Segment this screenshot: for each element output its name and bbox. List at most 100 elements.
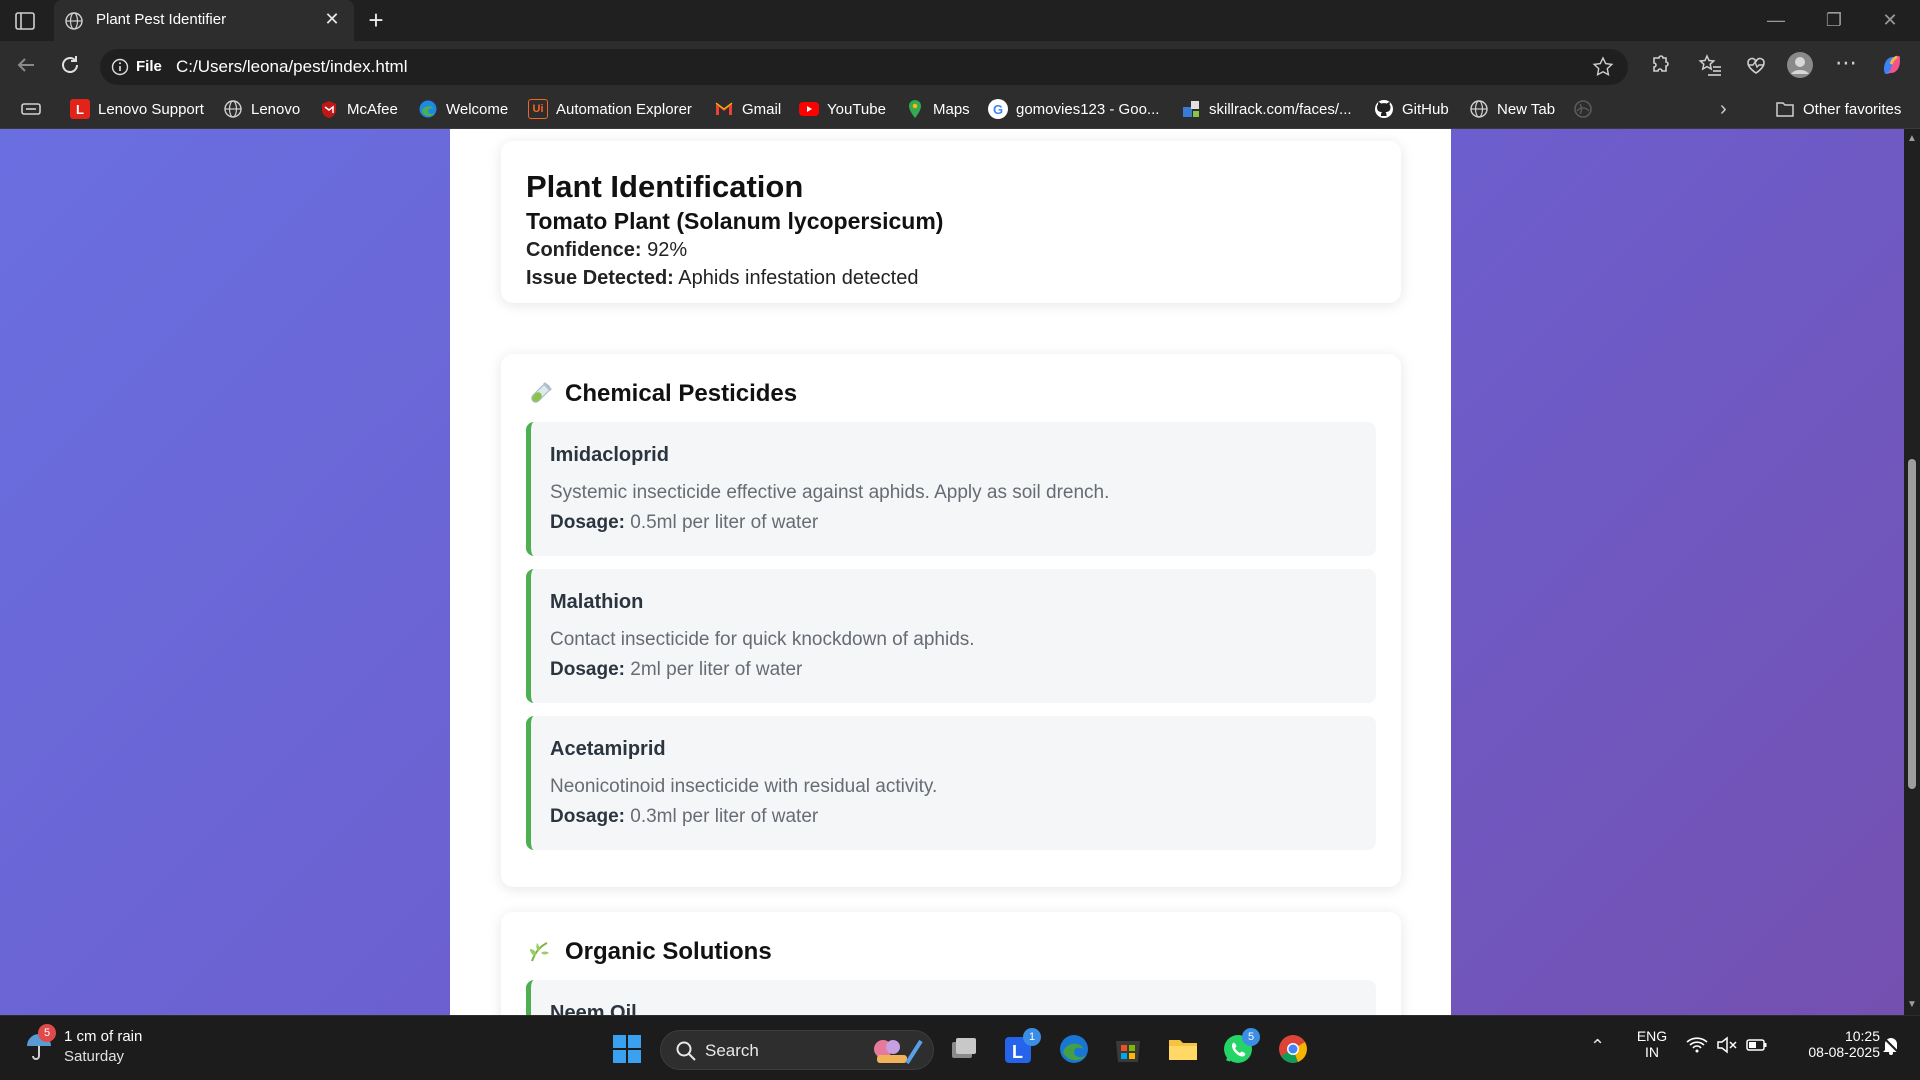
scroll-up-icon[interactable]: ▲	[1906, 133, 1918, 145]
chemical-section-title: Chemical Pesticides	[527, 380, 797, 408]
pesticide-description: Neonicotinoid insecticide with residual …	[550, 776, 938, 797]
pesticide-item: Acetamiprid Neonicotinoid insecticide wi…	[526, 716, 1376, 850]
info-icon[interactable]	[110, 57, 130, 77]
blank-favorite-icon[interactable]	[1573, 98, 1593, 120]
url-text[interactable]: C:/Users/leona/pest/index.html	[176, 57, 408, 77]
wifi-icon[interactable]	[1686, 1036, 1708, 1057]
taskbar-search[interactable]: Search	[660, 1030, 934, 1070]
favorite-welcome[interactable]: Welcome	[418, 98, 508, 120]
favorite-star-icon[interactable]	[1592, 56, 1614, 78]
microsoft-store-icon[interactable]	[1111, 1032, 1145, 1066]
weather-widget[interactable]: 5 1 cm of rain Saturday	[24, 1024, 142, 1067]
favorite-skillrack[interactable]: skillrack.com/faces/...	[1181, 98, 1352, 120]
skillrack-icon	[1181, 99, 1201, 119]
language-code: ENG	[1636, 1028, 1668, 1044]
clock[interactable]: 10:25 08-08-2025	[1780, 1028, 1880, 1060]
svg-text:L: L	[1012, 1042, 1023, 1062]
refresh-icon[interactable]	[56, 51, 84, 79]
maps-icon	[905, 99, 925, 119]
windows-start-icon[interactable]	[610, 1032, 644, 1066]
other-favorites[interactable]: Other favorites	[1775, 98, 1901, 120]
favorite-label: skillrack.com/faces/...	[1209, 100, 1352, 118]
favorite-maps[interactable]: Maps	[905, 98, 970, 120]
scheme-label: File	[136, 58, 162, 75]
teams-lenovo-icon[interactable]: L 1	[1002, 1028, 1041, 1066]
favorites-toggle-icon[interactable]	[20, 98, 42, 120]
lenovo-support-icon: L	[70, 99, 90, 119]
confidence-line: Confidence: 92%	[526, 239, 687, 262]
vertical-scrollbar[interactable]: ▲ ▼	[1904, 129, 1920, 1015]
scrollbar-thumb[interactable]	[1908, 459, 1916, 789]
uipath-icon: Ui	[528, 99, 548, 119]
favorite-label: Lenovo Support	[98, 100, 204, 118]
youtube-icon	[799, 99, 819, 119]
scroll-down-icon[interactable]: ▼	[1906, 999, 1918, 1011]
whatsapp-icon[interactable]: 5	[1221, 1028, 1260, 1066]
pesticide-item: Imidacloprid Systemic insecticide effect…	[526, 422, 1376, 556]
favorite-label: New Tab	[1497, 100, 1556, 118]
issue-value: Aphids infestation detected	[678, 267, 919, 289]
github-icon	[1374, 99, 1394, 119]
tray-chevron-icon[interactable]: ⌃	[1590, 1036, 1605, 1057]
file-explorer-icon[interactable]	[1166, 1032, 1200, 1066]
performance-heart-icon[interactable]	[1742, 51, 1770, 79]
favorite-gomovies[interactable]: G gomovies123 - Goo...	[988, 98, 1159, 120]
search-label: Search	[705, 1041, 759, 1060]
test-tube-icon	[527, 381, 553, 407]
active-tab[interactable]: Plant Pest Identifier ✕	[54, 0, 354, 41]
confidence-label: Confidence:	[526, 239, 642, 261]
volume-muted-icon[interactable]	[1716, 1036, 1738, 1057]
profile-avatar-icon[interactable]	[1786, 51, 1814, 79]
pesticide-item: Malathion Contact insecticide for quick …	[526, 569, 1376, 703]
favorite-lenovo[interactable]: Lenovo	[223, 98, 300, 120]
close-window-icon[interactable]: ✕	[1876, 8, 1904, 32]
extensions-icon[interactable]	[1646, 51, 1674, 79]
minimize-icon[interactable]: —	[1762, 8, 1790, 32]
favorite-lenovo-support[interactable]: L Lenovo Support	[70, 98, 204, 120]
tab-actions-icon[interactable]	[13, 9, 37, 33]
plant-name: Tomato Plant (Solanum lycopersicum)	[526, 208, 944, 234]
dosage-value: 0.5ml per liter of water	[630, 512, 819, 533]
other-favorites-label: Other favorites	[1803, 100, 1902, 118]
whatsapp-badge: 5	[1242, 1028, 1260, 1046]
pesticide-dosage: Dosage: 0.3ml per liter of water	[550, 806, 818, 828]
battery-icon[interactable]	[1746, 1036, 1768, 1057]
favorite-new-tab[interactable]: New Tab	[1469, 98, 1555, 120]
tab-title: Plant Pest Identifier	[96, 11, 227, 28]
clock-date: 08-08-2025	[1808, 1044, 1880, 1060]
favorite-label: gomovies123 - Goo...	[1016, 100, 1160, 118]
more-favorites-chevron-icon[interactable]: ›	[1720, 98, 1727, 120]
task-view-icon[interactable]	[947, 1032, 981, 1066]
favorite-label: Welcome	[446, 100, 509, 118]
close-tab-icon[interactable]: ✕	[322, 9, 342, 29]
favorite-label: Automation Explorer	[556, 100, 692, 118]
favorite-gmail[interactable]: Gmail	[714, 98, 781, 120]
organic-solutions-card: Organic Solutions Neem Oil	[501, 912, 1401, 1015]
identification-card: Plant Identification Tomato Plant (Solan…	[501, 141, 1401, 303]
globe-icon	[1469, 99, 1489, 119]
favorite-mcafee[interactable]: McAfee	[319, 98, 398, 120]
favorites-bar: L Lenovo Support Lenovo McAfee Welcome U…	[0, 87, 1920, 129]
gmail-icon	[714, 99, 734, 119]
chemical-pesticides-card: Chemical Pesticides Imidacloprid Systemi…	[501, 354, 1401, 887]
restore-icon[interactable]: ❐	[1820, 8, 1848, 32]
more-options-icon[interactable]: ⋯	[1832, 51, 1860, 79]
language-indicator[interactable]: ENG IN	[1628, 1028, 1676, 1060]
favorite-youtube[interactable]: YouTube	[799, 98, 886, 120]
organic-title-text: Organic Solutions	[565, 938, 772, 965]
search-highlight-icon	[867, 1035, 925, 1072]
teams-badge: 1	[1023, 1028, 1041, 1046]
favorites-list-icon[interactable]	[1696, 51, 1724, 79]
notification-bell-icon[interactable]	[1880, 1034, 1902, 1059]
page-viewport[interactable]: Plant Identification Tomato Plant (Solan…	[0, 129, 1920, 1015]
favorite-label: Gmail	[742, 100, 782, 118]
address-bar[interactable]: File C:/Users/leona/pest/index.html	[100, 49, 1628, 85]
chrome-icon[interactable]	[1276, 1032, 1310, 1066]
favorite-github[interactable]: GitHub	[1374, 98, 1449, 120]
edge-taskbar-icon[interactable]	[1057, 1032, 1091, 1066]
copilot-icon[interactable]	[1878, 51, 1906, 79]
back-icon[interactable]	[12, 51, 40, 79]
favorite-label: Maps	[933, 100, 970, 118]
favorite-automation-explorer[interactable]: Ui Automation Explorer	[528, 98, 692, 120]
new-tab-button[interactable]: +	[362, 7, 390, 35]
